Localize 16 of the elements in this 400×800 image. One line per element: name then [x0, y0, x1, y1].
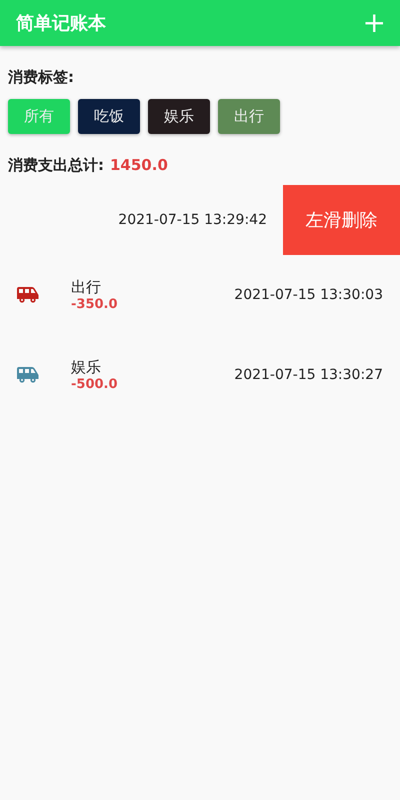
total-label: 消费支出总计:	[8, 156, 104, 175]
record-time: 2021-07-15 13:29:42	[118, 212, 267, 228]
record-time: 2021-07-15 13:30:27	[234, 367, 383, 383]
tag-button[interactable]: 出行	[218, 99, 280, 134]
tags-label: 消费标签:	[8, 68, 75, 87]
tag-button[interactable]: 娱乐	[148, 99, 210, 134]
record-time: 2021-07-15 13:30:03	[234, 287, 383, 303]
tag-button[interactable]: 吃饭	[78, 99, 140, 134]
delete-button[interactable]: 左滑删除	[283, 185, 400, 255]
record-category: 娱乐	[71, 358, 102, 377]
add-button[interactable]: +	[362, 9, 386, 37]
record-category: 出行	[71, 278, 102, 297]
record-amount: -350.0	[71, 297, 119, 312]
total-value: 1450.0	[110, 156, 168, 174]
app-title: 简单记账本	[16, 12, 106, 35]
record-amount: -500.0	[71, 377, 119, 392]
